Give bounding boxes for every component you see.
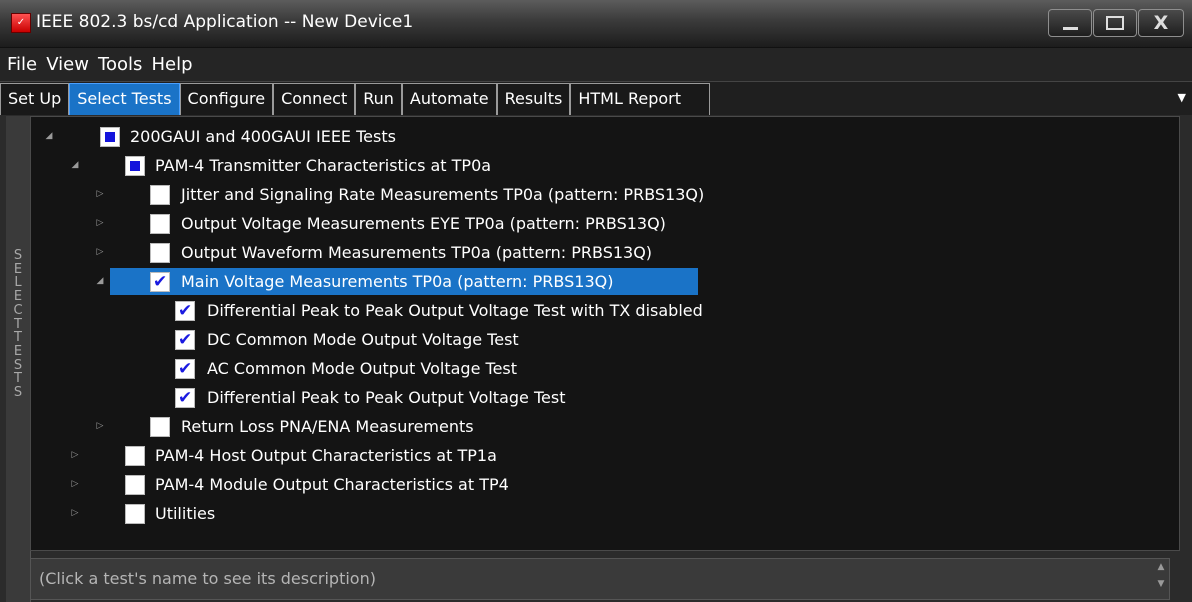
tree-item-label[interactable]: Main Voltage Measurements TP0a (pattern:…	[181, 267, 613, 296]
checkbox-unchecked[interactable]	[150, 417, 170, 437]
tree-item-label[interactable]: PAM-4 Transmitter Characteristics at TP0…	[155, 151, 491, 180]
checkbox-partial[interactable]	[100, 127, 120, 147]
checkbox-checked[interactable]: ✔	[175, 301, 195, 321]
checkbox-checked[interactable]: ✔	[175, 330, 195, 350]
tree-row[interactable]: ▷ Utilities	[31, 499, 1179, 528]
menu-bar: File View Tools Help	[0, 48, 1192, 81]
menu-tools[interactable]: Tools	[98, 48, 142, 81]
scroll-down-icon[interactable]: ▼	[1153, 576, 1169, 593]
tree-item-label[interactable]: DC Common Mode Output Voltage Test	[207, 325, 519, 354]
tab-bar: Set Up Select Tests Configure Connect Ru…	[0, 81, 1192, 115]
tab-automate[interactable]: Automate	[401, 83, 497, 115]
collapsed-arrow-icon[interactable]: ▷	[69, 470, 81, 499]
tree-row[interactable]: ▷ PAM-4 Module Output Characteristics at…	[31, 470, 1179, 499]
checkbox-partial[interactable]	[125, 156, 145, 176]
tree-row[interactable]: ▷ Output Voltage Measurements EYE TP0a (…	[31, 209, 1179, 238]
collapsed-arrow-icon[interactable]: ▷	[69, 441, 81, 470]
window-title: IEEE 802.3 bs/cd Application -- New Devi…	[36, 12, 414, 32]
check-icon: ✔	[178, 388, 193, 408]
checkbox-checked[interactable]: ✔	[175, 359, 195, 379]
checkbox-checked[interactable]: ✔	[175, 388, 195, 408]
tab-set-up[interactable]: Set Up	[0, 83, 70, 115]
tree-item-label[interactable]: Return Loss PNA/ENA Measurements	[181, 412, 474, 441]
side-label-text: SELECT TESTS	[13, 248, 23, 401]
scroll-up-icon[interactable]: ▲	[1153, 559, 1169, 576]
checkbox-unchecked[interactable]	[150, 243, 170, 263]
checkbox-unchecked[interactable]	[150, 214, 170, 234]
maximize-button[interactable]	[1093, 9, 1137, 37]
menu-view[interactable]: View	[46, 48, 89, 81]
tree-row[interactable]: ▷ Return Loss PNA/ENA Measurements	[31, 412, 1179, 441]
tab-run[interactable]: Run	[355, 83, 402, 115]
checkbox-unchecked[interactable]	[150, 185, 170, 205]
tab-select-tests[interactable]: Select Tests	[69, 83, 180, 115]
tree-row[interactable]: ◢ PAM-4 Transmitter Characteristics at T…	[31, 151, 1179, 180]
expanded-arrow-icon[interactable]: ◢	[43, 122, 55, 151]
tree-row[interactable]: ▷ PAM-4 Host Output Characteristics at T…	[31, 441, 1179, 470]
tree-row[interactable]: ▷ Output Waveform Measurements TP0a (pat…	[31, 238, 1179, 267]
check-icon: ✔	[178, 359, 193, 379]
checkbox-unchecked[interactable]	[125, 446, 145, 466]
test-description-box[interactable]: (Click a test's name to see its descript…	[30, 558, 1170, 600]
tab-overflow-dropdown-icon[interactable]: ▼	[1178, 91, 1186, 104]
tree-item-label[interactable]: Output Voltage Measurements EYE TP0a (pa…	[181, 209, 666, 238]
tab-results[interactable]: Results	[496, 83, 571, 115]
tree-item-label[interactable]: AC Common Mode Output Voltage Test	[207, 354, 517, 383]
app-icon: ✓	[11, 13, 31, 33]
tab-html-report[interactable]: HTML Report	[570, 83, 711, 115]
collapsed-arrow-icon[interactable]: ▷	[94, 238, 106, 267]
collapsed-arrow-icon[interactable]: ▷	[94, 180, 106, 209]
tree-row[interactable]: ✔ Differential Peak to Peak Output Volta…	[31, 383, 1179, 412]
tree-item-label[interactable]: Differential Peak to Peak Output Voltage…	[207, 296, 703, 325]
tree-item-label[interactable]: Jitter and Signaling Rate Measurements T…	[181, 180, 704, 209]
checkbox-unchecked[interactable]	[125, 504, 145, 524]
tree-row[interactable]: ✔ AC Common Mode Output Voltage Test	[31, 354, 1179, 383]
checkbox-checked[interactable]: ✔	[150, 272, 170, 292]
tab-configure[interactable]: Configure	[179, 83, 274, 115]
collapsed-arrow-icon[interactable]: ▷	[94, 209, 106, 238]
maximize-icon	[1106, 16, 1124, 30]
tree-item-label[interactable]: PAM-4 Host Output Characteristics at TP1…	[155, 441, 497, 470]
check-icon: ✔	[153, 272, 168, 292]
tab-connect[interactable]: Connect	[273, 83, 356, 115]
tree-row[interactable]: ◢ 200GAUI and 400GAUI IEEE Tests	[31, 122, 1179, 151]
test-tree: ◢ 200GAUI and 400GAUI IEEE Tests ◢ PAM-4…	[30, 116, 1180, 551]
checkbox-unchecked[interactable]	[125, 475, 145, 495]
description-scrollbar[interactable]: ▲ ▼	[1153, 559, 1169, 599]
collapsed-arrow-icon[interactable]: ▷	[69, 499, 81, 528]
tree-row[interactable]: ▷ Jitter and Signaling Rate Measurements…	[31, 180, 1179, 209]
minimize-icon	[1063, 27, 1078, 30]
side-panel-label: SELECT TESTS	[6, 116, 31, 602]
check-icon: ✔	[178, 330, 193, 350]
title-bar: ✓ IEEE 802.3 bs/cd Application -- New De…	[0, 0, 1192, 48]
description-text: (Click a test's name to see its descript…	[39, 569, 376, 588]
close-button[interactable]: X	[1138, 9, 1184, 37]
menu-help[interactable]: Help	[151, 48, 192, 81]
tree-item-label[interactable]: Utilities	[155, 499, 215, 528]
tree-item-label[interactable]: PAM-4 Module Output Characteristics at T…	[155, 470, 509, 499]
check-icon: ✔	[178, 301, 193, 321]
tree-row-selected[interactable]: ◢ ✔ Main Voltage Measurements TP0a (patt…	[31, 267, 1179, 296]
tree-row[interactable]: ✔ Differential Peak to Peak Output Volta…	[31, 296, 1179, 325]
expanded-arrow-icon[interactable]: ◢	[94, 267, 106, 296]
collapsed-arrow-icon[interactable]: ▷	[94, 412, 106, 441]
minimize-button[interactable]	[1048, 9, 1092, 37]
tree-item-label[interactable]: 200GAUI and 400GAUI IEEE Tests	[130, 122, 396, 151]
tree-item-label[interactable]: Output Waveform Measurements TP0a (patte…	[181, 238, 652, 267]
close-icon: X	[1153, 12, 1169, 34]
tree-row[interactable]: ✔ DC Common Mode Output Voltage Test	[31, 325, 1179, 354]
expanded-arrow-icon[interactable]: ◢	[69, 151, 81, 180]
tree-item-label[interactable]: Differential Peak to Peak Output Voltage…	[207, 383, 565, 412]
menu-file[interactable]: File	[7, 48, 37, 81]
